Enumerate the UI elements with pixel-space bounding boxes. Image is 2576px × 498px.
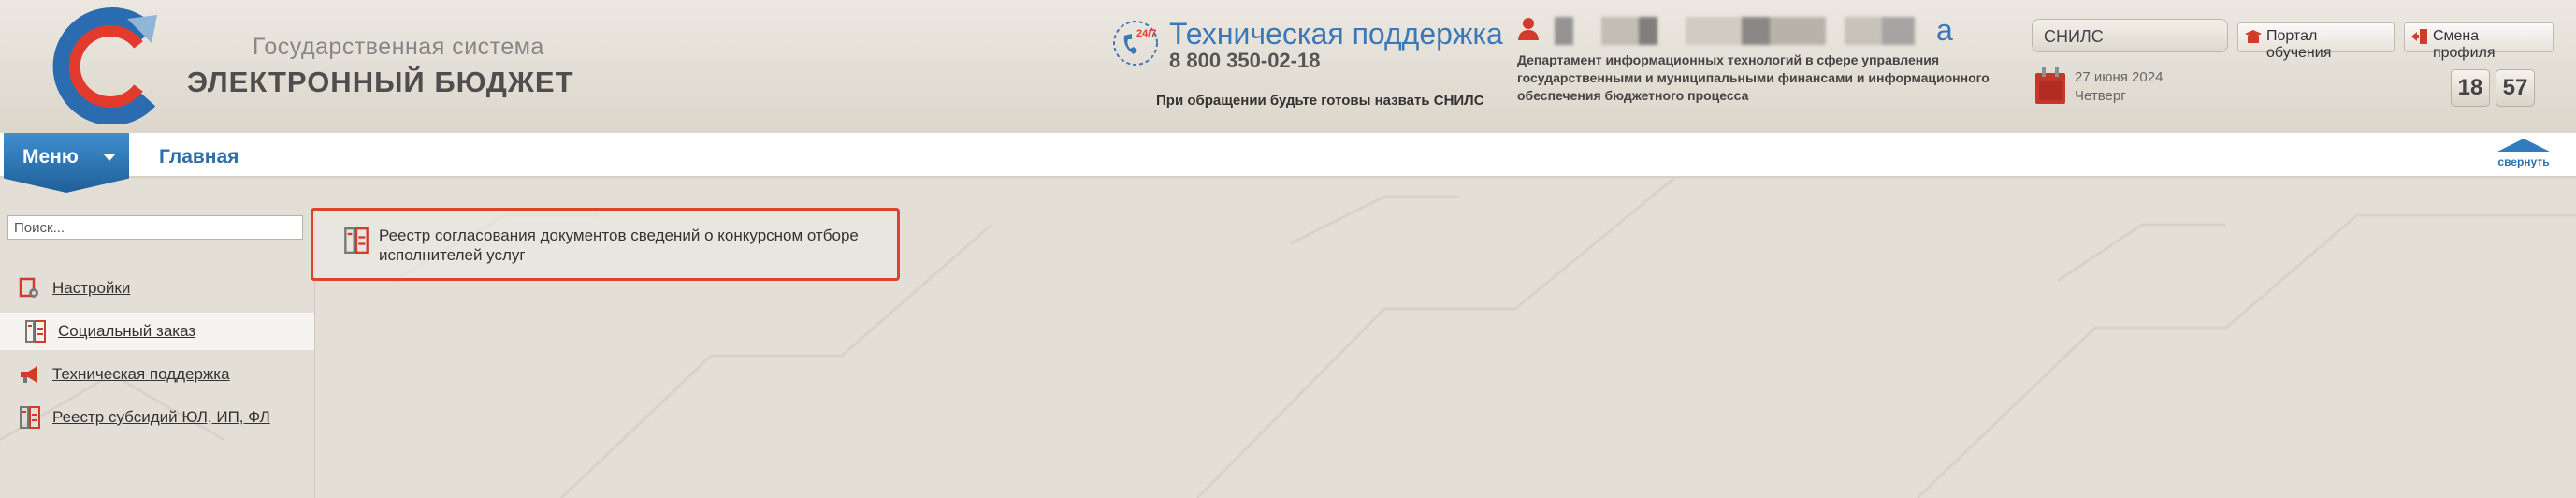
sidebar-item-label: Социальный заказ (58, 322, 196, 340)
change-profile-label: Смена профиля (2432, 28, 2496, 61)
graduation-cap-icon (2244, 30, 2262, 43)
top-nav-bar (0, 133, 2576, 178)
clock-hours: 18 (2451, 69, 2490, 107)
registry-icon (344, 227, 369, 254)
calendar-icon (2035, 67, 2065, 104)
support-title: Техническая поддержка (1169, 17, 1503, 51)
current-date: 27 июня 2024 Четверг (2075, 68, 2163, 106)
header: Государственная система ЭЛЕКТРОННЫЙ БЮДЖ… (0, 0, 2576, 133)
sidebar: Настройки Социальный заказ Техническая п… (0, 180, 314, 498)
sidebar-item-settings[interactable]: Настройки (0, 270, 314, 307)
department-name: Департамент информационных технологий в … (1517, 52, 1990, 103)
registry-card[interactable]: Реестр согласования документов сведений … (311, 208, 900, 281)
sidebar-search-input[interactable] (7, 215, 303, 240)
clock-minutes: 57 (2496, 69, 2535, 107)
collapse-arrow-icon (2497, 139, 2550, 152)
clock: 18 57 (2451, 69, 2535, 107)
weekday-value: Четверг (2075, 88, 2126, 104)
megaphone-icon (21, 366, 37, 383)
support-badge: 24/7 (1136, 28, 1156, 39)
support-note: При обращении будьте готовы назвать СНИЛ… (1156, 93, 1484, 109)
settings-icon (19, 277, 38, 298)
learning-portal-button[interactable]: Портал обучения (2237, 22, 2395, 61)
user-name-redacted (1545, 17, 1929, 45)
user-name-tail: а (1936, 13, 1953, 47)
registry-icon (20, 406, 40, 429)
phone-support-icon: 24/7 (1113, 21, 1158, 66)
collapse-button[interactable]: свернуть (2494, 139, 2554, 172)
logo-icon (52, 7, 157, 124)
nav-home-link[interactable]: Главная (159, 146, 239, 168)
change-profile-button[interactable]: Смена профиля (2404, 22, 2554, 61)
switch-profile-icon (2410, 29, 2427, 44)
support-phone: 8 800 350-02-18 (1169, 49, 1321, 72)
sidebar-item-subsidy-registry[interactable]: Реестр субсидий ЮЛ, ИП, ФЛ (0, 399, 314, 436)
snils-field: СНИЛС (2032, 19, 2228, 52)
collapse-label: свернуть (2497, 155, 2550, 168)
logo-title: ЭЛЕКТРОННЫЙ БЮДЖЕТ (187, 66, 574, 98)
date-value: 27 июня 2024 (2075, 69, 2164, 85)
registry-card-label: Реестр согласования документов сведений … (379, 227, 859, 264)
logo-subtitle: Государственная система (253, 34, 544, 60)
sidebar-item-label: Техническая поддержка (52, 365, 230, 383)
menu-label: Меню (22, 146, 79, 168)
user-icon (1518, 18, 1539, 40)
sidebar-item-tech-support[interactable]: Техническая поддержка (0, 356, 314, 393)
learning-portal-label: Портал обучения (2265, 28, 2332, 61)
chevron-down-icon (103, 154, 116, 161)
registry-icon (25, 320, 46, 343)
sidebar-item-social-order[interactable]: Социальный заказ (0, 313, 314, 350)
sidebar-item-label: Реестр субсидий ЮЛ, ИП, ФЛ (52, 408, 270, 426)
sidebar-item-label: Настройки (52, 279, 131, 297)
